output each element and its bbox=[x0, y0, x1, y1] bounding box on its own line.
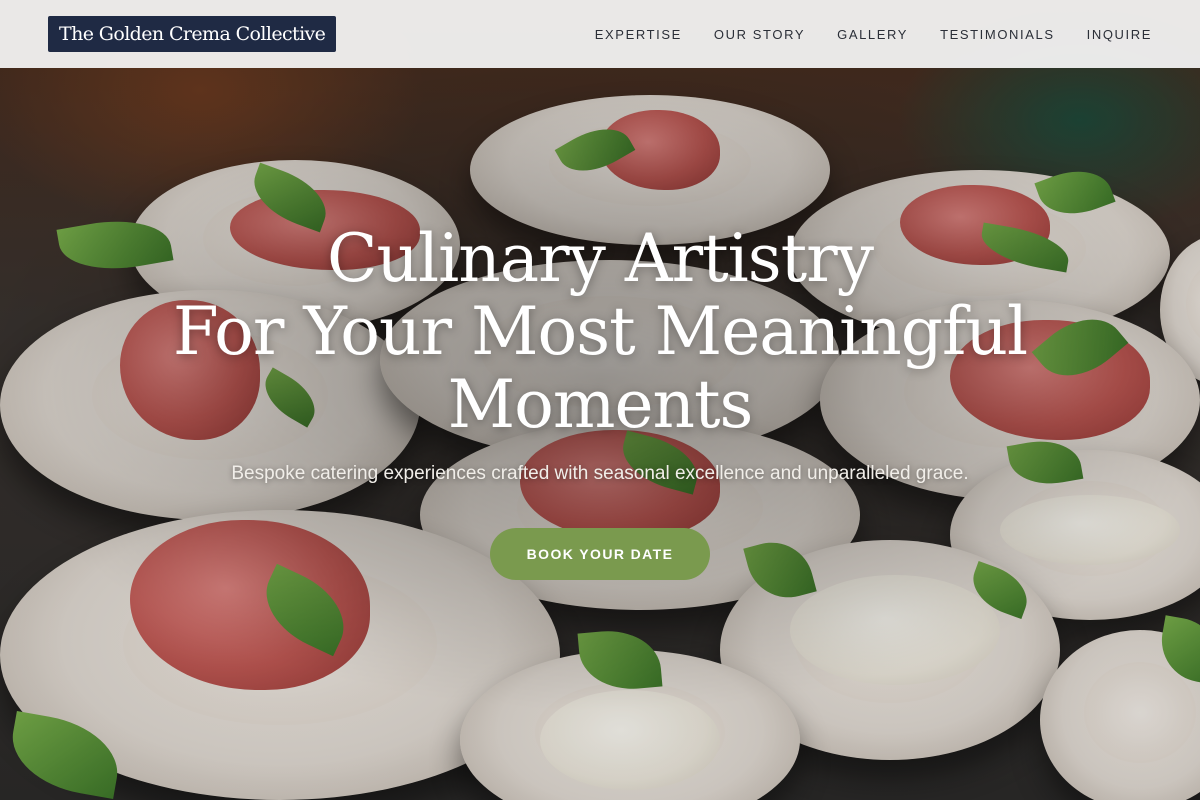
main-nav: EXPERTISE OUR STORY GALLERY TESTIMONIALS… bbox=[595, 27, 1152, 42]
hero-subtitle: Bespoke catering experiences crafted wit… bbox=[231, 463, 969, 484]
hero-headline-line: For Your Most Meaningful bbox=[172, 293, 1028, 370]
nav-link-our-story[interactable]: OUR STORY bbox=[714, 27, 805, 42]
nav-link-inquire[interactable]: INQUIRE bbox=[1087, 27, 1152, 42]
hero-headline: Culinary Artistry For Your Most Meaningf… bbox=[100, 222, 1100, 441]
brand-logo[interactable]: The Golden Crema Collective bbox=[48, 16, 337, 52]
nav-link-testimonials[interactable]: TESTIMONIALS bbox=[940, 27, 1055, 42]
site-header: The Golden Crema Collective EXPERTISE OU… bbox=[0, 0, 1200, 68]
hero-headline-line: Moments bbox=[447, 366, 754, 443]
hero-headline-line: Culinary Artistry bbox=[327, 220, 874, 297]
book-your-date-button[interactable]: BOOK YOUR DATE bbox=[490, 528, 710, 580]
nav-link-gallery[interactable]: GALLERY bbox=[837, 27, 908, 42]
nav-link-expertise[interactable]: EXPERTISE bbox=[595, 27, 682, 42]
